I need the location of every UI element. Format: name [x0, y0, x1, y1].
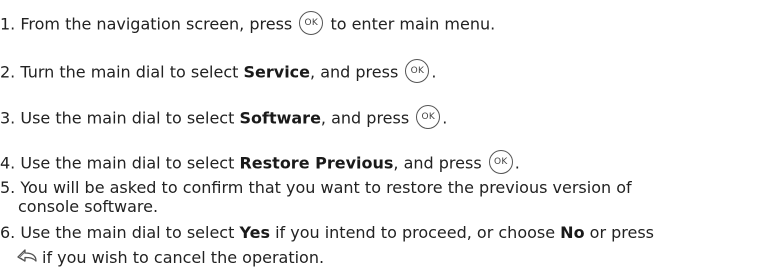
- step-text: From the navigation screen, press: [20, 14, 293, 34]
- menu-option: Software: [239, 108, 321, 128]
- step-number: 2.: [0, 62, 16, 82]
- step-text: You will be asked to confirm that you wa…: [20, 178, 632, 197]
- step-text: to enter main menu.: [330, 14, 496, 34]
- step-text: .: [514, 153, 520, 173]
- menu-option: Restore Previous: [239, 153, 394, 173]
- step-1: 1. From the navigation screen, press OK …: [0, 11, 496, 37]
- ok-button-icon: OK: [416, 105, 441, 129]
- step-number: 5.: [0, 178, 16, 197]
- step-text: .: [431, 62, 437, 82]
- menu-option-no: No: [560, 223, 585, 242]
- step-text-continued: console software.: [18, 197, 159, 216]
- step-5: 5. You will be asked to confirm that you…: [0, 178, 632, 216]
- ok-button-icon: OK: [405, 59, 430, 83]
- step-text: Turn the main dial to select: [20, 62, 239, 82]
- step-number: 1.: [0, 14, 16, 34]
- step-text: , and press: [393, 153, 482, 173]
- step-text: or press: [589, 223, 655, 242]
- step-text: Use the main dial to select: [20, 223, 235, 242]
- step-4: 4. Use the main dial to select Restore P…: [0, 150, 520, 176]
- step-number: 3.: [0, 108, 16, 128]
- step-text: .: [442, 108, 448, 128]
- menu-option-yes: Yes: [239, 223, 270, 242]
- step-3: 3. Use the main dial to select Software,…: [0, 105, 448, 131]
- back-button-icon: [16, 247, 38, 267]
- step-text: , and press: [310, 62, 399, 82]
- step-text: Use the main dial to select: [20, 108, 235, 128]
- step-text: , and press: [320, 108, 410, 128]
- step-number: 6.: [0, 223, 16, 242]
- ok-button-icon: OK: [299, 11, 324, 35]
- step-text: if you wish to cancel the operation.: [42, 248, 325, 267]
- ok-button-icon: OK: [488, 150, 513, 174]
- menu-option: Service: [243, 62, 311, 82]
- step-6: 6. Use the main dial to select Yes if yo…: [0, 223, 654, 269]
- step-text: if you intend to proceed, or choose: [275, 223, 556, 242]
- step-text: Use the main dial to select: [20, 153, 235, 173]
- step-2: 2. Turn the main dial to select Service,…: [0, 59, 437, 85]
- step-number: 4.: [0, 153, 16, 173]
